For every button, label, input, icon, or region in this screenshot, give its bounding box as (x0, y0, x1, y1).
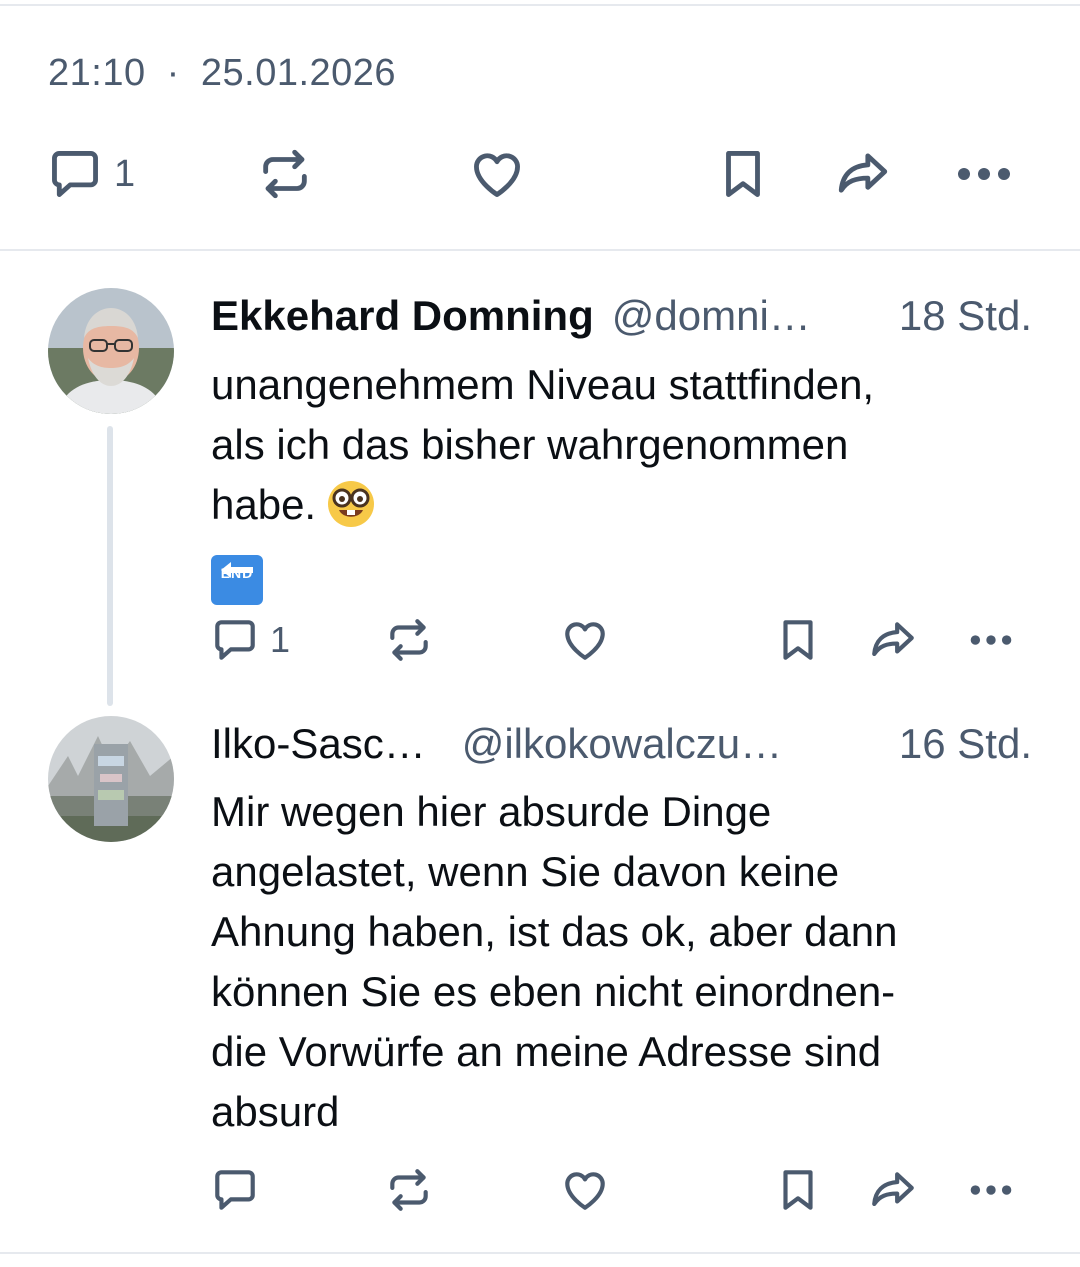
post-timestamp: 21:10 · 25.01.2026 (48, 52, 396, 95)
heart-icon (565, 622, 605, 660)
more-options-button[interactable] (966, 610, 1016, 670)
repost-icon (263, 149, 307, 199)
share-icon (872, 1172, 914, 1207)
reply-button[interactable]: 1 (210, 610, 290, 670)
end-arrow-icon: END (211, 555, 263, 605)
author-name[interactable]: Ilko-Sasc… (211, 720, 426, 768)
text-line: angelastet, wenn Sie davon keine (211, 848, 840, 895)
author-handle[interactable]: @domni… (612, 292, 811, 340)
nerd-face-icon (326, 479, 376, 545)
bottom-divider (0, 1252, 1080, 1254)
text-line: Mir wegen hier absurde Dinge (211, 788, 772, 835)
avatar-photo (48, 716, 174, 842)
bookmark-button[interactable] (714, 144, 772, 204)
post-age: 18 Std. (898, 292, 1032, 339)
more-icon (958, 168, 1010, 180)
share-icon (872, 622, 914, 657)
repost-button[interactable] (384, 1160, 434, 1220)
reply-text: unangenehmem Niveau stattfinden, als ich… (211, 355, 1031, 605)
bookmark-button[interactable] (773, 610, 823, 670)
more-icon (970, 1185, 1012, 1195)
more-icon (970, 635, 1012, 645)
main-post-action-bar: 1 (0, 144, 1080, 204)
share-button[interactable] (832, 144, 894, 204)
reply-icon (215, 620, 255, 660)
meta-separator: · (166, 52, 180, 94)
reply-header: Ilko-Sasc… @ilkokowalczu… 16 Std. (211, 716, 1032, 772)
reply-count: 1 (114, 152, 136, 195)
reply-header: Ekkehard Domning @domni… 18 Std. (211, 288, 1032, 344)
like-button[interactable] (468, 144, 526, 204)
more-options-button[interactable] (966, 1160, 1016, 1220)
text-line: Ahnung haben, ist das ok, aber dann (211, 908, 898, 955)
like-button[interactable] (560, 1160, 610, 1220)
text-line: die Vorwürfe an meine Adresse sind (211, 1028, 882, 1075)
bookmark-icon (783, 1170, 813, 1210)
reply-button[interactable] (210, 1160, 270, 1220)
text-line: absurd (211, 1088, 340, 1135)
author-name[interactable]: Ekkehard Domning (211, 292, 594, 340)
bookmark-icon (783, 620, 813, 660)
reply-action-bar: 1 (0, 610, 1080, 670)
reply-text: Mir wegen hier absurde Dinge angelastet,… (211, 782, 1031, 1142)
bookmark-button[interactable] (773, 1160, 823, 1220)
end-label: END (220, 565, 254, 581)
repost-icon (390, 1169, 428, 1211)
share-button[interactable] (866, 1160, 920, 1220)
repost-button[interactable] (384, 610, 434, 670)
top-divider (0, 4, 1080, 6)
more-options-button[interactable] (952, 144, 1016, 204)
post-age: 16 Std. (898, 720, 1032, 767)
repost-button[interactable] (256, 144, 314, 204)
reply-icon (52, 151, 98, 197)
heart-icon (474, 153, 520, 197)
reply-icon (215, 1170, 255, 1210)
share-icon (838, 153, 888, 193)
share-button[interactable] (866, 610, 920, 670)
text-line: habe. (211, 481, 317, 528)
text-line: können Sie es eben nicht einordnen- (211, 968, 896, 1015)
avatar-photo (48, 288, 174, 414)
avatar[interactable] (48, 288, 174, 414)
bookmark-icon (726, 151, 760, 197)
reply-button[interactable]: 1 (46, 144, 135, 204)
text-line: unangenehmem Niveau stattfinden, (211, 361, 875, 408)
like-button[interactable] (560, 610, 610, 670)
repost-icon (390, 619, 428, 661)
section-divider (0, 249, 1080, 251)
text-line-with-emoji: habe. (211, 475, 1031, 545)
reply-action-bar (0, 1160, 1080, 1220)
author-handle[interactable]: @ilkokowalczu… (462, 720, 782, 768)
text-line: als ich das bisher wahrgenommen (211, 421, 849, 468)
heart-icon (565, 1172, 605, 1210)
post-time: 21:10 (48, 52, 146, 94)
reply-count: 1 (270, 619, 291, 660)
avatar[interactable] (48, 716, 174, 842)
post-date: 25.01.2026 (200, 52, 397, 94)
